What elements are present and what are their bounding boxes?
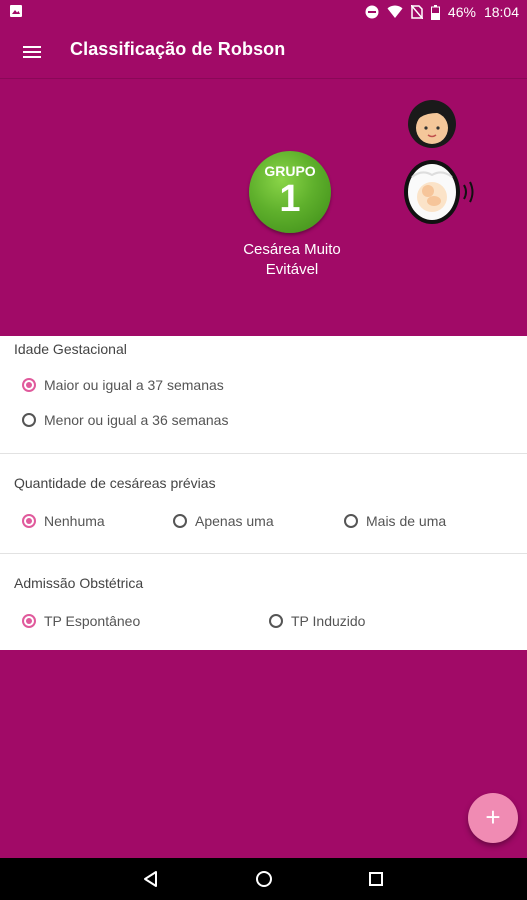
radio-label: Maior ou igual a 37 semanas	[44, 377, 224, 393]
radio-unchecked-icon	[22, 413, 36, 427]
image-notification-icon	[10, 5, 22, 17]
radio-unchecked-icon	[269, 614, 283, 628]
radio-label: Nenhuma	[44, 513, 105, 529]
section-label: Quantidade de cesáreas prévias	[14, 475, 216, 491]
battery-percent: 46%	[447, 4, 476, 20]
app-bar: Classificação de Robson	[0, 24, 527, 79]
radio-unchecked-icon	[344, 514, 358, 528]
radio-gestational-age-37-plus[interactable]: Maior ou igual a 37 semanas	[22, 377, 224, 393]
radio-admission-induced[interactable]: TP Induzido	[269, 613, 365, 629]
home-icon[interactable]	[254, 869, 274, 889]
radio-checked-icon	[22, 514, 36, 528]
group-result-panel: GRUPO 1 Cesárea Muito Evitável	[0, 80, 527, 336]
radio-label: Mais de uma	[366, 513, 447, 529]
group-caption: Cesárea Muito Evitável	[243, 241, 341, 278]
battery-icon	[430, 4, 440, 20]
group-badge: GRUPO 1	[249, 151, 331, 233]
radio-unchecked-icon	[173, 514, 187, 528]
group-number: 1	[279, 178, 301, 220]
add-fab-button[interactable]: +	[468, 793, 518, 843]
obstetric-admission-section: Admissão Obstétrica TP Espontâneo TP Ind…	[0, 554, 527, 650]
pregnant-woman-illustration	[404, 100, 474, 224]
wifi-icon	[387, 5, 403, 18]
radio-label: Apenas uma	[195, 513, 274, 529]
page-title: Classificação de Robson	[70, 39, 286, 59]
radio-label: TP Espontâneo	[44, 613, 141, 629]
status-bar: 46% 18:04	[0, 0, 527, 24]
radio-cesareans-none[interactable]: Nenhuma	[22, 513, 105, 529]
section-label: Idade Gestacional	[14, 341, 127, 357]
radio-cesareans-more[interactable]: Mais de uma	[344, 513, 446, 529]
gestational-age-section: Idade Gestacional Maior ou igual a 37 se…	[0, 336, 527, 453]
radio-checked-icon	[22, 614, 36, 628]
radio-label: Menor ou igual a 36 semanas	[44, 412, 229, 428]
radio-gestational-age-36-minus[interactable]: Menor ou igual a 36 semanas	[22, 412, 228, 428]
dnd-icon	[365, 5, 379, 19]
radio-admission-spontaneous[interactable]: TP Espontâneo	[22, 613, 140, 629]
system-navigation-bar	[0, 858, 527, 900]
radio-label: TP Induzido	[291, 613, 366, 629]
plus-icon: +	[485, 802, 501, 832]
back-icon[interactable]	[141, 869, 161, 889]
radio-cesareans-one[interactable]: Apenas uma	[173, 513, 274, 529]
recents-icon[interactable]	[366, 869, 386, 889]
previous-cesareans-section: Quantidade de cesáreas prévias Nenhuma A…	[0, 454, 527, 553]
menu-icon[interactable]	[20, 40, 44, 64]
no-sim-icon	[410, 5, 423, 19]
section-label: Admissão Obstétrica	[14, 575, 144, 591]
radio-checked-icon	[22, 378, 36, 392]
clock: 18:04	[483, 4, 519, 20]
